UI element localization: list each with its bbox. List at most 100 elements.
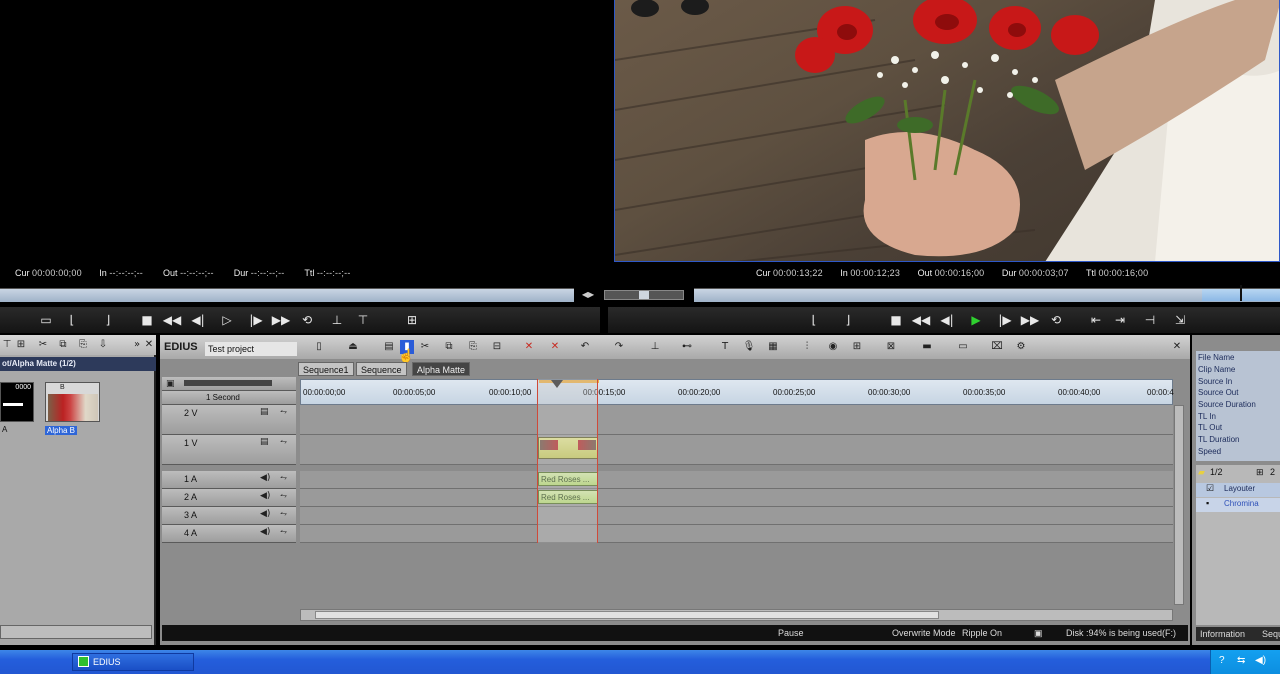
checkbox-icon[interactable]: ☑ bbox=[1206, 483, 1214, 494]
add-cut-icon[interactable]: ⊥ bbox=[648, 340, 662, 354]
sync-icon[interactable]: ⥊ bbox=[280, 407, 287, 417]
link-icon[interactable]: ⊷ bbox=[680, 340, 694, 354]
track-header-1a[interactable]: 1 A ◀) ⥊ bbox=[162, 471, 296, 489]
undo-icon[interactable]: ↶ bbox=[578, 340, 592, 354]
loop-play-icon[interactable]: ⟲ bbox=[297, 311, 317, 329]
network-icon[interactable]: ⇆ bbox=[1237, 655, 1245, 666]
lane-2a[interactable]: Red Roses ... bbox=[300, 489, 1173, 507]
overwrite-to-timeline-icon[interactable]: ⊤ bbox=[353, 311, 373, 329]
shuttle-handle[interactable] bbox=[639, 291, 649, 299]
tab-sequence2[interactable]: Sequence bbox=[356, 362, 407, 376]
track-header-3a[interactable]: 3 A ◀) ⥊ bbox=[162, 507, 296, 525]
track-header-2a[interactable]: 2 A ◀) ⥊ bbox=[162, 489, 296, 507]
timeline-vertical-scrollbar[interactable] bbox=[1174, 405, 1184, 605]
rec-set-out-icon[interactable]: ⌋ bbox=[838, 311, 858, 329]
replace-icon[interactable]: ⊟ bbox=[490, 340, 504, 354]
save-icon[interactable]: ▤ bbox=[382, 340, 396, 354]
effect-row-layouter[interactable]: ☑ Layouter bbox=[1196, 483, 1280, 497]
track-header-2v[interactable]: 2 V ▤ ⥊ bbox=[162, 405, 296, 435]
rec-rewind-icon[interactable]: ◀◀ bbox=[911, 311, 931, 329]
rec-stop-icon[interactable]: ■ bbox=[886, 311, 906, 329]
new-sequence-icon[interactable]: ▯ bbox=[312, 340, 326, 354]
title-icon[interactable]: T bbox=[718, 340, 732, 354]
lane-3a[interactable] bbox=[300, 507, 1173, 525]
set-in-icon[interactable]: ⌊ bbox=[62, 311, 82, 329]
recorder-monitor[interactable]: Cur 00:00:13;22 In 00:00:12;23 Out 00:00… bbox=[608, 0, 1280, 284]
timeline-horizontal-scrollbar[interactable] bbox=[300, 609, 1173, 621]
effects-page-icon[interactable]: ⊞ bbox=[1256, 467, 1264, 478]
rec-step-forward-icon[interactable]: |▶ bbox=[995, 311, 1015, 329]
taskbar-edius-button[interactable]: EDIUS bbox=[72, 653, 194, 671]
step-back-icon[interactable]: ◀| bbox=[188, 311, 208, 329]
clip-thumbnail-a[interactable]: 0000 bbox=[0, 382, 34, 422]
clip-thumbnail-b[interactable]: B bbox=[45, 382, 100, 422]
bin-cut-icon[interactable]: ✂ bbox=[36, 338, 50, 352]
speaker-icon[interactable]: ◀) bbox=[260, 473, 270, 483]
stop-icon[interactable]: ■ bbox=[137, 311, 157, 329]
set-out-icon[interactable]: ⌋ bbox=[98, 311, 118, 329]
tab-sequence-marker[interactable]: Sequ bbox=[1262, 627, 1280, 641]
play-icon[interactable]: ▷ bbox=[217, 311, 237, 329]
film-icon[interactable]: ▤ bbox=[260, 407, 269, 417]
tab-sequence1[interactable]: Sequence1 bbox=[298, 362, 354, 376]
fast-forward-icon[interactable]: ▶▶ bbox=[271, 311, 291, 329]
bin-copy-icon[interactable]: ⧉ bbox=[56, 338, 70, 352]
lane-4a[interactable] bbox=[300, 525, 1173, 543]
rewind-icon[interactable]: ◀◀ bbox=[162, 311, 182, 329]
bin-add-icon[interactable]: ⊞ bbox=[14, 338, 28, 352]
export-file-icon[interactable]: ▬ bbox=[920, 340, 934, 354]
lane-2v[interactable] bbox=[300, 405, 1173, 435]
rec-set-in-icon[interactable]: ⌊ bbox=[804, 311, 824, 329]
status-ripple[interactable]: Ripple On bbox=[962, 625, 1002, 641]
rec-fast-forward-icon[interactable]: ▶▶ bbox=[1020, 311, 1040, 329]
tab-alpha-matte[interactable]: Alpha Matte bbox=[412, 362, 471, 376]
bin-folder-icon[interactable]: ⊤ bbox=[0, 338, 14, 352]
copy-icon[interactable]: ⧉ bbox=[442, 340, 456, 354]
prev-edit-icon[interactable]: ⇤ bbox=[1086, 311, 1106, 329]
voiceover-icon[interactable]: 🎙 bbox=[742, 340, 756, 354]
track-header-1v[interactable]: 1 V ▤ ⥊ bbox=[162, 435, 296, 465]
settings-icon[interactable]: ⚙ bbox=[1014, 340, 1028, 354]
export-icon[interactable]: ⇲ bbox=[1170, 311, 1190, 329]
speaker-icon[interactable]: ◀) bbox=[260, 491, 270, 501]
volume-icon[interactable]: ◀) bbox=[1255, 655, 1266, 666]
recorder-scrub-bar[interactable] bbox=[694, 285, 1280, 302]
render-icon[interactable]: ⊠ bbox=[884, 340, 898, 354]
sync-icon[interactable]: ⥊ bbox=[280, 437, 287, 447]
batch-capture-icon[interactable]: ⊞ bbox=[402, 311, 422, 329]
next-edit-icon[interactable]: ⇥ bbox=[1110, 311, 1130, 329]
bin-scrollbar[interactable] bbox=[0, 625, 152, 639]
split-icon[interactable]: ⊣ bbox=[1140, 311, 1160, 329]
timeline-close-icon[interactable]: ✕ bbox=[1170, 340, 1184, 354]
effect-row-chromina[interactable]: ▪ Chromina bbox=[1196, 498, 1280, 512]
insert-to-timeline-icon[interactable]: ⊥ bbox=[327, 311, 347, 329]
timeline-scroll-thumb[interactable] bbox=[315, 611, 939, 619]
paste-icon[interactable]: ⎘ bbox=[466, 340, 480, 354]
checkbox-icon[interactable]: ▪ bbox=[1206, 498, 1209, 508]
color-bar-icon[interactable]: ▦ bbox=[766, 340, 780, 354]
player-monitor[interactable]: Cur 00:00:00;00 In --:--:--;-- Out --:--… bbox=[0, 0, 600, 284]
bin-paste-icon[interactable]: ⎘ bbox=[76, 338, 90, 352]
status-overwrite[interactable]: Overwrite Mode bbox=[892, 625, 956, 641]
player-mode-icon[interactable]: ▭ bbox=[36, 311, 56, 329]
bin-export-icon[interactable]: ⇩ bbox=[96, 338, 110, 352]
rec-loop-play-icon[interactable]: ⟲ bbox=[1046, 311, 1066, 329]
timeline-ruler[interactable]: 00:00:00;00 00:00:05;00 00:00:10;00 00:0… bbox=[300, 379, 1174, 405]
jog-icon[interactable]: ◀▶ bbox=[578, 290, 598, 300]
speaker-icon[interactable]: ◀) bbox=[260, 527, 270, 537]
timescale-value[interactable]: 1 Second bbox=[206, 393, 240, 402]
step-forward-icon[interactable]: |▶ bbox=[246, 311, 266, 329]
print-to-tape-icon[interactable]: ▭ bbox=[956, 340, 970, 354]
rec-play-icon[interactable]: ▶ bbox=[966, 311, 986, 329]
sync-icon[interactable]: ⥊ bbox=[280, 473, 287, 483]
speaker-icon[interactable]: ◀) bbox=[260, 509, 270, 519]
multicam-icon[interactable]: ⊞ bbox=[850, 340, 864, 354]
color-correct-icon[interactable]: ◉ bbox=[826, 340, 840, 354]
snapshot-icon[interactable]: ⌧ bbox=[990, 340, 1004, 354]
cut-icon[interactable]: ✂ bbox=[418, 340, 432, 354]
recorder-playhead[interactable] bbox=[1240, 285, 1242, 301]
lock-icon[interactable]: ▣ bbox=[166, 379, 175, 389]
zoom-slider[interactable] bbox=[184, 380, 272, 386]
shuttle-slider[interactable] bbox=[604, 290, 684, 300]
rec-step-back-icon[interactable]: ◀| bbox=[937, 311, 957, 329]
